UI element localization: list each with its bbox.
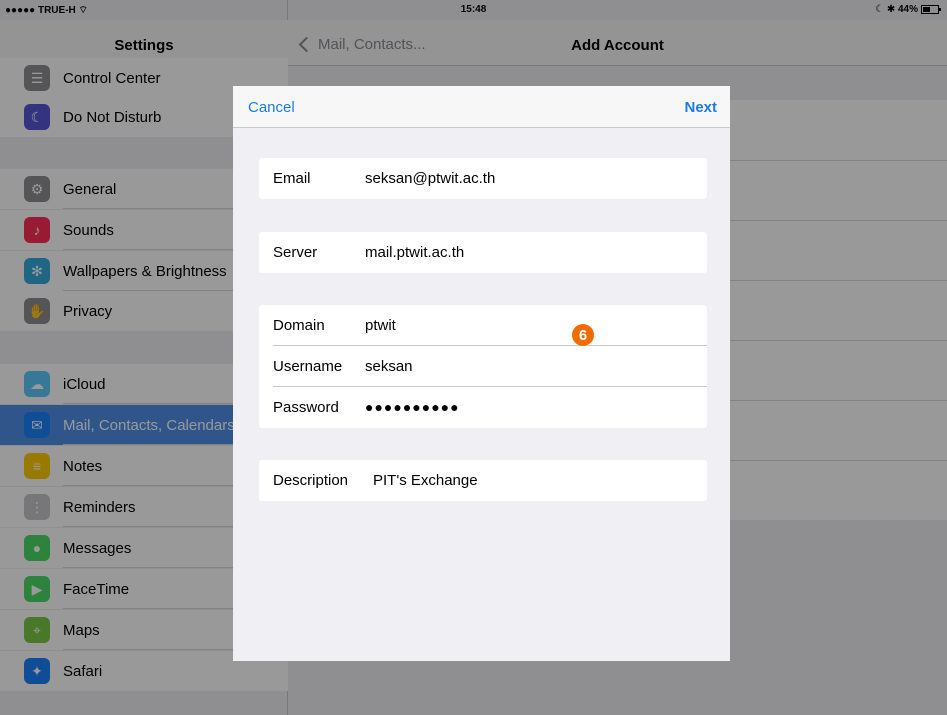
username-field[interactable]: Username seksan: [259, 346, 707, 387]
email-value: seksan@ptwit.ac.th: [365, 170, 496, 187]
username-value: seksan: [365, 358, 413, 375]
cancel-button[interactable]: Cancel: [248, 99, 295, 116]
domain-field[interactable]: Domain ptwit: [259, 305, 707, 346]
sheet-nav-bar: Cancel Next: [233, 86, 730, 128]
description-field[interactable]: Description PIT's Exchange: [259, 460, 707, 501]
exchange-account-sheet: Cancel Next Email seksan@ptwit.ac.th Ser…: [233, 86, 730, 661]
password-label: Password: [273, 399, 339, 416]
server-field[interactable]: Server mail.ptwit.ac.th: [259, 232, 707, 273]
domain-value: ptwit: [365, 317, 396, 334]
server-value: mail.ptwit.ac.th: [365, 244, 465, 261]
step-badge: 6: [572, 324, 594, 346]
username-label: Username: [273, 358, 343, 375]
email-group: Email seksan@ptwit.ac.th: [259, 158, 707, 199]
credentials-group: Domain ptwit Username seksan Password ●●…: [259, 305, 707, 428]
description-value: PIT's Exchange: [373, 472, 478, 489]
domain-label: Domain: [273, 317, 325, 334]
next-button[interactable]: Next: [684, 99, 717, 116]
server-label: Server: [273, 244, 318, 261]
description-label: Description: [273, 472, 349, 489]
description-group: Description PIT's Exchange: [259, 460, 707, 501]
email-label: Email: [273, 170, 311, 187]
server-group: Server mail.ptwit.ac.th: [259, 232, 707, 273]
password-value: ●●●●●●●●●●: [365, 399, 460, 415]
password-field[interactable]: Password ●●●●●●●●●●: [259, 387, 707, 428]
email-field[interactable]: Email seksan@ptwit.ac.th: [259, 158, 707, 199]
